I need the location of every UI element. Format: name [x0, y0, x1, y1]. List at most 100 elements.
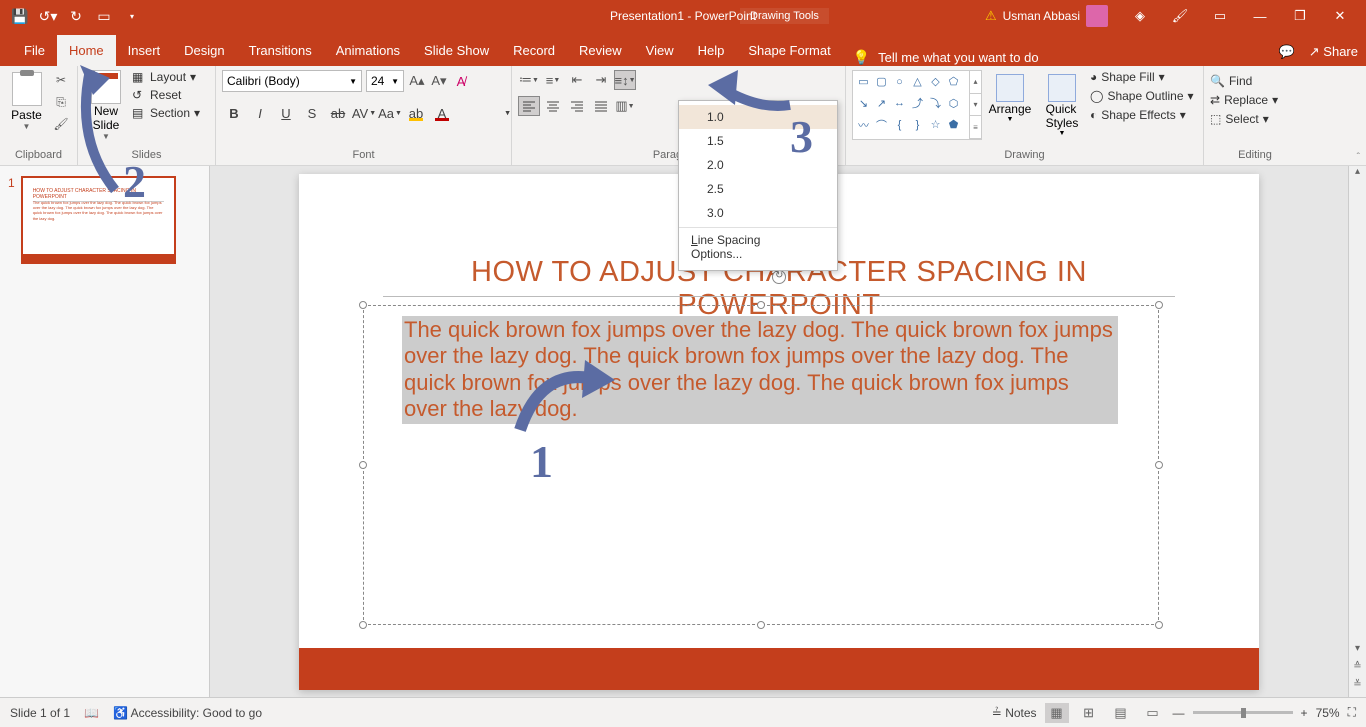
- italic-button[interactable]: I: [248, 102, 272, 124]
- minimize-button[interactable]: ―: [1242, 1, 1278, 31]
- start-from-beginning-button[interactable]: ▭: [92, 4, 116, 28]
- scroll-down-icon[interactable]: ▾: [1355, 643, 1360, 661]
- slide-thumbnail-1[interactable]: HOW TO ADJUST CHARACTER SPACING IN POWER…: [21, 176, 176, 264]
- bold-button[interactable]: B: [222, 102, 246, 124]
- normal-view-button[interactable]: ▦: [1045, 703, 1069, 723]
- collapse-ribbon-button[interactable]: ˆ: [1357, 152, 1360, 163]
- slide-body-text[interactable]: The quick brown fox jumps over the lazy …: [402, 316, 1118, 424]
- increase-indent-button[interactable]: ⇥: [590, 70, 612, 90]
- clear-formatting-button[interactable]: A̸: [452, 74, 470, 89]
- underline-button[interactable]: U: [274, 102, 298, 124]
- tab-slideshow[interactable]: Slide Show: [412, 35, 501, 66]
- tab-design[interactable]: Design: [172, 35, 236, 66]
- align-left-button[interactable]: [518, 96, 540, 116]
- spell-check-icon[interactable]: 📖: [84, 706, 99, 720]
- body-text-box[interactable]: The quick brown fox jumps over the lazy …: [363, 305, 1159, 625]
- font-size-combobox[interactable]: 24▼: [366, 70, 404, 92]
- tab-transitions[interactable]: Transitions: [237, 35, 324, 66]
- comments-icon[interactable]: 💬: [1279, 44, 1295, 60]
- vertical-scrollbar[interactable]: ▴ ▾ ≙ ≚: [1348, 166, 1366, 697]
- user-account[interactable]: ⚠ Usman Abbasi: [985, 5, 1108, 27]
- line-spacing-1-0[interactable]: 1.0: [679, 105, 837, 129]
- reset-button[interactable]: ↺Reset: [132, 88, 200, 102]
- resize-handle[interactable]: [1155, 621, 1163, 629]
- select-button[interactable]: ⬚ Select ▾: [1210, 112, 1278, 126]
- share-button[interactable]: ↗ Share: [1309, 44, 1358, 60]
- prev-slide-icon[interactable]: ≙: [1353, 661, 1361, 679]
- shape-fill-button[interactable]: ◕ Shape Fill ▾: [1090, 70, 1194, 84]
- increase-font-size-button[interactable]: A▴: [408, 73, 426, 89]
- zoom-slider[interactable]: [1193, 711, 1293, 714]
- replace-button[interactable]: ⇄ Replace ▾: [1210, 93, 1278, 107]
- arrange-button[interactable]: Arrange▼: [986, 70, 1034, 123]
- tab-help[interactable]: Help: [686, 35, 737, 66]
- shapes-gallery[interactable]: ▭▢○△◇⬠ ↘↗↔⤴⤵⬡ 〰⌒{}☆⬟ ▴▾≡: [852, 70, 982, 140]
- redo-button[interactable]: ↻: [64, 4, 88, 28]
- resize-handle[interactable]: [359, 461, 367, 469]
- tell-me-search[interactable]: 💡 Tell me what you want to do: [843, 49, 1049, 66]
- line-spacing-button[interactable]: ≡↕▼: [614, 70, 636, 90]
- columns-button[interactable]: ▥▼: [614, 96, 636, 116]
- font-color-button[interactable]: A▼: [430, 102, 454, 124]
- decrease-font-size-button[interactable]: A▾: [430, 73, 448, 89]
- line-spacing-3-0[interactable]: 3.0: [679, 201, 837, 225]
- paste-button[interactable]: Paste ▼: [6, 70, 47, 131]
- decrease-indent-button[interactable]: ⇤: [566, 70, 588, 90]
- shadow-button[interactable]: S: [300, 102, 324, 124]
- tab-insert[interactable]: Insert: [116, 35, 173, 66]
- resize-handle[interactable]: [359, 301, 367, 309]
- zoom-level[interactable]: 75%: [1316, 706, 1340, 720]
- resize-handle[interactable]: [757, 301, 765, 309]
- shape-effects-button[interactable]: ◐ Shape Effects ▾: [1090, 108, 1194, 122]
- ribbon-display-options[interactable]: ▭: [1202, 1, 1238, 31]
- undo-button[interactable]: ↺▾: [36, 4, 60, 28]
- tab-file[interactable]: File: [12, 35, 57, 66]
- find-button[interactable]: 🔍 Find: [1210, 74, 1278, 88]
- strikethrough-button[interactable]: ab: [326, 102, 350, 124]
- cut-button[interactable]: ✂: [51, 70, 71, 90]
- change-case-button[interactable]: Aa▼: [378, 102, 402, 124]
- slide-counter[interactable]: Slide 1 of 1: [10, 706, 70, 720]
- character-spacing-button[interactable]: AV▼: [352, 102, 376, 124]
- tab-record[interactable]: Record: [501, 35, 567, 66]
- justify-button[interactable]: [590, 96, 612, 116]
- fit-to-window-button[interactable]: ⛶: [1348, 705, 1356, 720]
- scroll-up-icon[interactable]: ▴: [1355, 166, 1360, 184]
- layout-button[interactable]: ▦Layout ▾: [132, 70, 200, 84]
- resize-handle[interactable]: [359, 621, 367, 629]
- section-button[interactable]: ▤Section ▾: [132, 106, 200, 120]
- diamond-icon[interactable]: ◈: [1122, 1, 1158, 31]
- resize-handle[interactable]: [757, 621, 765, 629]
- zoom-in-button[interactable]: +: [1301, 706, 1308, 720]
- new-slide-button[interactable]: New Slide ▼: [84, 70, 128, 141]
- next-slide-icon[interactable]: ≚: [1353, 679, 1361, 697]
- line-spacing-1-5[interactable]: 1.5: [679, 129, 837, 153]
- format-painter-button[interactable]: 🖌: [51, 114, 71, 134]
- notes-button[interactable]: ≟ Notes: [992, 706, 1037, 720]
- line-spacing-2-5[interactable]: 2.5: [679, 177, 837, 201]
- brush-icon[interactable]: 🖌: [1162, 1, 1198, 31]
- tab-view[interactable]: View: [634, 35, 686, 66]
- quick-styles-button[interactable]: Quick Styles▼: [1038, 70, 1086, 137]
- customize-qat-button[interactable]: ▾: [120, 4, 144, 28]
- line-spacing-options[interactable]: Line Spacing Options...: [679, 227, 837, 266]
- restore-button[interactable]: ❐: [1282, 1, 1318, 31]
- highlight-color-button[interactable]: ab▼: [404, 102, 428, 124]
- resize-handle[interactable]: [1155, 301, 1163, 309]
- rotate-handle[interactable]: [772, 270, 786, 284]
- slide-sorter-view-button[interactable]: ⊞: [1077, 703, 1101, 723]
- numbering-button[interactable]: ≡▼: [542, 70, 564, 90]
- align-right-button[interactable]: [566, 96, 588, 116]
- reading-view-button[interactable]: ▤: [1109, 703, 1133, 723]
- bullets-button[interactable]: ≔▼: [518, 70, 540, 90]
- close-button[interactable]: ✕: [1322, 1, 1358, 31]
- align-center-button[interactable]: [542, 96, 564, 116]
- tab-shape-format[interactable]: Shape Format: [736, 35, 842, 66]
- resize-handle[interactable]: [1155, 461, 1163, 469]
- tab-review[interactable]: Review: [567, 35, 634, 66]
- save-button[interactable]: 💾: [8, 4, 32, 28]
- tab-home[interactable]: Home: [57, 35, 116, 66]
- slideshow-view-button[interactable]: ▭: [1141, 703, 1165, 723]
- line-spacing-2-0[interactable]: 2.0: [679, 153, 837, 177]
- accessibility-status[interactable]: ♿ Accessibility: Good to go: [113, 706, 262, 720]
